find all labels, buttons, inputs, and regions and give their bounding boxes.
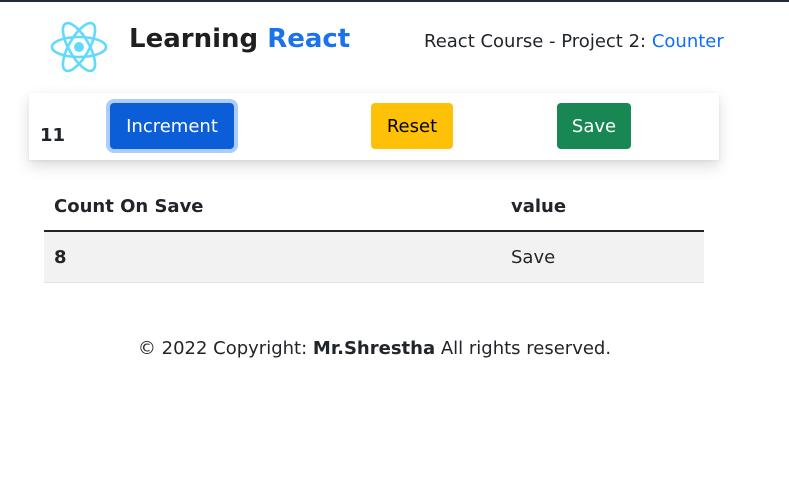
saved-counts-table: Count On Save value 8 Save [44,183,704,283]
cell-count: 8 [44,231,504,283]
save-button[interactable]: Save [557,103,631,149]
brand-title: Learning React [129,24,350,54]
subtitle-prefix: React Course - Project 2: [424,31,647,52]
cell-value: Save [504,231,704,283]
reset-button[interactable]: Reset [371,103,453,149]
table-row: 8 Save [44,231,704,283]
table-header-row: Count On Save value [44,183,704,232]
brand-prefix: Learning [129,24,259,54]
brand-accent: React [267,24,351,54]
footer-prefix: © 2022 Copyright: [137,338,308,359]
footer-author: Mr.Shrestha [312,338,436,359]
react-logo-icon [50,21,108,73]
footer: © 2022 Copyright: Mr.Shrestha All rights… [0,338,749,359]
project-subtitle: React Course - Project 2: Counter [424,31,724,52]
subtitle-counter-link[interactable]: Counter [652,31,724,52]
counter-value: 11 [40,125,66,146]
footer-suffix: All rights reserved. [440,338,612,359]
increment-button[interactable]: Increment [110,103,234,149]
column-header-value: value [504,183,704,232]
counter-card: 11 Increment Reset Save [29,93,719,160]
column-header-count: Count On Save [44,183,504,232]
page-header: Learning React React Course - Project 2:… [0,0,789,90]
